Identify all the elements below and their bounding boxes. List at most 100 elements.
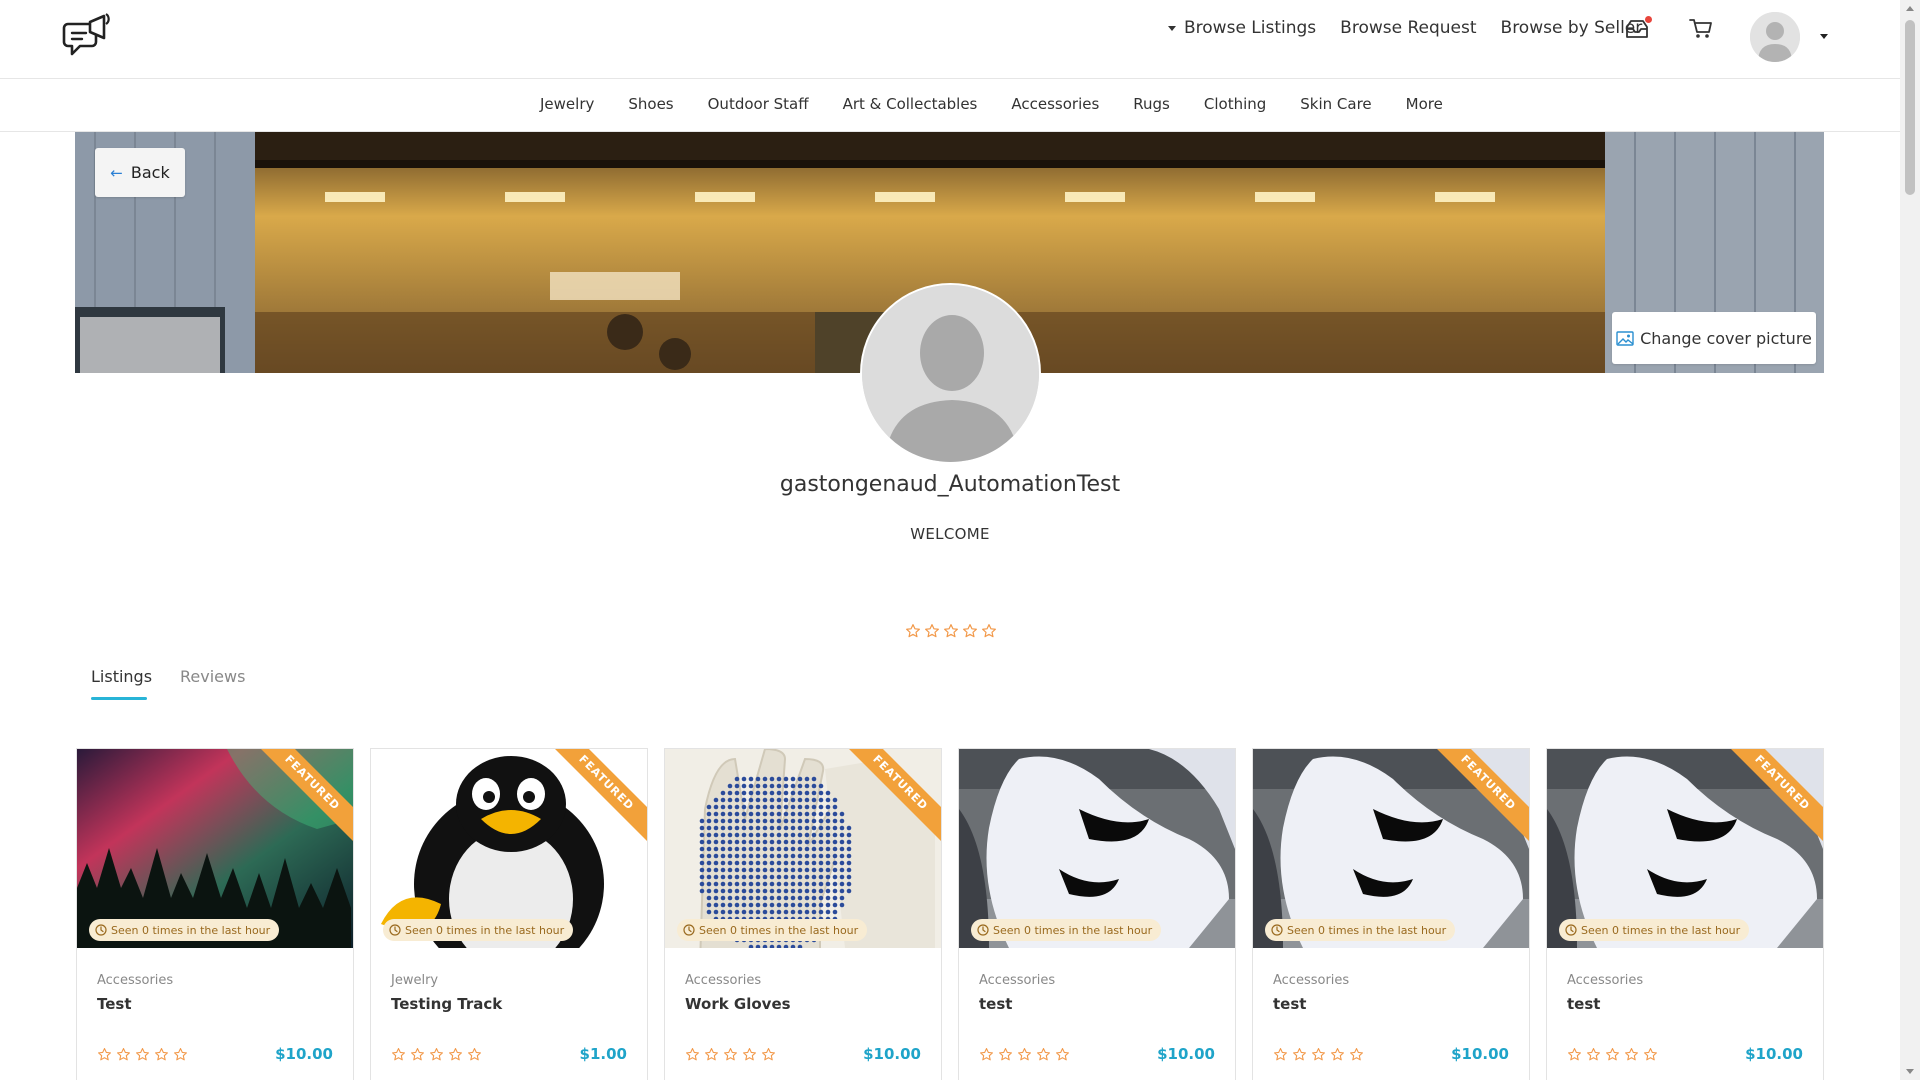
star-outline-icon — [762, 1048, 775, 1061]
active-tab-indicator — [91, 697, 147, 700]
category-link[interactable]: Outdoor Staff — [708, 95, 809, 113]
listing-rating — [979, 1047, 1074, 1062]
star-outline-icon — [1606, 1048, 1619, 1061]
top-header: Browse Listings Browse Request Browse by… — [0, 0, 1900, 79]
listing-title[interactable]: Testing Track — [391, 995, 502, 1013]
listing-title[interactable]: Test — [97, 995, 132, 1013]
category-link[interactable]: Clothing — [1204, 95, 1266, 113]
browse-listings-label: Browse Listings — [1184, 18, 1317, 38]
listing-image[interactable]: Seen 0 times in the last hour — [959, 749, 1235, 948]
tab-listings[interactable]: Listings — [91, 667, 152, 686]
back-button[interactable]: ← Back — [95, 148, 185, 197]
star-outline-icon — [392, 1048, 405, 1061]
seen-count-badge: Seen 0 times in the last hour — [1265, 919, 1456, 941]
listing-image[interactable]: FEATURED Seen 0 times in the last hour — [1253, 749, 1529, 948]
seller-welcome-text: WELCOME — [910, 525, 990, 543]
change-cover-button[interactable]: Change cover picture — [1612, 312, 1816, 364]
scroll-up-arrow-icon[interactable] — [1906, 6, 1914, 11]
seen-count-text: Seen 0 times in the last hour — [1581, 923, 1741, 937]
page-scrollbar[interactable] — [1900, 0, 1920, 1080]
listing-title[interactable]: test — [979, 995, 1012, 1013]
chat-megaphone-logo-icon[interactable] — [60, 12, 112, 66]
clock-icon — [1565, 924, 1577, 936]
category-link[interactable]: Rugs — [1133, 95, 1170, 113]
listing-category: Accessories — [97, 973, 174, 988]
profile-avatar — [860, 283, 1041, 464]
star-outline-icon — [1056, 1048, 1069, 1061]
cart-icon — [1689, 19, 1712, 38]
arrow-left-icon: ← — [110, 163, 123, 182]
listing-category: Accessories — [1567, 973, 1644, 988]
category-link[interactable]: Shoes — [628, 95, 673, 113]
listing-rating — [391, 1047, 486, 1062]
listing-card[interactable]: FEATURED Seen 0 times in the last hour Acc… — [1252, 748, 1530, 1080]
seen-count-badge: Seen 0 times in the last hour — [677, 919, 868, 941]
listing-rating — [1567, 1047, 1662, 1062]
listing-image[interactable]: FEATURED Seen 0 times in the last hour — [77, 749, 353, 948]
browse-listings-link[interactable]: Browse Listings — [1168, 18, 1316, 38]
listing-card[interactable]: FEATURED Seen 0 times in the last hour Acc… — [664, 748, 942, 1080]
clock-icon — [95, 924, 107, 936]
star-outline-icon — [944, 624, 958, 638]
user-avatar[interactable] — [1750, 12, 1800, 62]
star-outline-icon — [136, 1048, 149, 1061]
star-outline-icon — [1568, 1048, 1581, 1061]
category-link[interactable]: More — [1406, 95, 1443, 113]
star-outline-icon — [1331, 1048, 1344, 1061]
notification-dot — [1645, 16, 1652, 23]
star-outline-icon — [982, 624, 996, 638]
star-outline-icon — [686, 1048, 699, 1061]
star-outline-icon — [1274, 1048, 1287, 1061]
listing-price: $1.00 — [579, 1045, 627, 1063]
listing-card[interactable]: FEATURED Seen 0 times in the last hour Acc… — [76, 748, 354, 1080]
user-menu-caret-icon[interactable] — [1820, 34, 1828, 39]
star-outline-icon — [468, 1048, 481, 1061]
category-link[interactable]: Art & Collectables — [843, 95, 978, 113]
listing-price: $10.00 — [1745, 1045, 1803, 1063]
star-outline-icon — [925, 624, 939, 638]
seller-username: gastongenaud_AutomationTest — [779, 472, 1121, 497]
star-outline-icon — [174, 1048, 187, 1061]
browse-request-link[interactable]: Browse Request — [1340, 18, 1476, 38]
listing-title[interactable]: test — [1273, 995, 1306, 1013]
back-label: Back — [130, 163, 170, 182]
listing-category: Accessories — [1273, 973, 1350, 988]
listing-image[interactable]: FEATURED Seen 0 times in the last hour — [1547, 749, 1823, 948]
listing-image[interactable]: FEATURED Seen 0 times in the last hour — [665, 749, 941, 948]
category-link[interactable]: Jewelry — [540, 95, 594, 113]
listing-title[interactable]: test — [1567, 995, 1600, 1013]
listing-card[interactable]: FEATURED Seen 0 times in the last hour Acc… — [1546, 748, 1824, 1080]
star-outline-icon — [411, 1048, 424, 1061]
scrollbar-thumb[interactable] — [1905, 20, 1915, 195]
listing-rating — [1273, 1047, 1368, 1062]
star-outline-icon — [1018, 1048, 1031, 1061]
star-outline-icon — [906, 624, 920, 638]
seen-count-badge: Seen 0 times in the last hour — [1559, 919, 1750, 941]
tab-reviews[interactable]: Reviews — [180, 667, 245, 686]
top-navigation: Browse Listings Browse Request Browse by… — [1168, 18, 1642, 38]
category-link[interactable]: Accessories — [1011, 95, 1099, 113]
listing-image[interactable]: FEATURED Seen 0 times in the last hour — [371, 749, 647, 948]
seen-count-text: Seen 0 times in the last hour — [993, 923, 1153, 937]
browse-by-seller-link[interactable]: Browse by Seller — [1501, 18, 1643, 38]
star-outline-icon — [724, 1048, 737, 1061]
star-outline-icon — [999, 1048, 1012, 1061]
listing-card[interactable]: Seen 0 times in the last hour Accessories… — [958, 748, 1236, 1080]
scroll-down-arrow-icon[interactable] — [1906, 1069, 1914, 1074]
star-outline-icon — [430, 1048, 443, 1061]
listing-category: Jewelry — [391, 973, 439, 988]
seller-rating — [905, 623, 1000, 639]
listing-card[interactable]: FEATURED Seen 0 times in the last hour Jew… — [370, 748, 648, 1080]
star-outline-icon — [980, 1048, 993, 1061]
listing-title[interactable]: Work Gloves — [685, 995, 791, 1013]
cart-button[interactable] — [1689, 18, 1713, 40]
category-link[interactable]: Skin Care — [1300, 95, 1371, 113]
listing-category: Accessories — [979, 973, 1056, 988]
star-outline-icon — [1037, 1048, 1050, 1061]
messages-button[interactable] — [1624, 16, 1652, 40]
listing-price: $10.00 — [863, 1045, 921, 1063]
star-outline-icon — [1644, 1048, 1657, 1061]
listing-price: $10.00 — [275, 1045, 333, 1063]
star-outline-icon — [449, 1048, 462, 1061]
seen-count-badge: Seen 0 times in the last hour — [89, 919, 280, 941]
